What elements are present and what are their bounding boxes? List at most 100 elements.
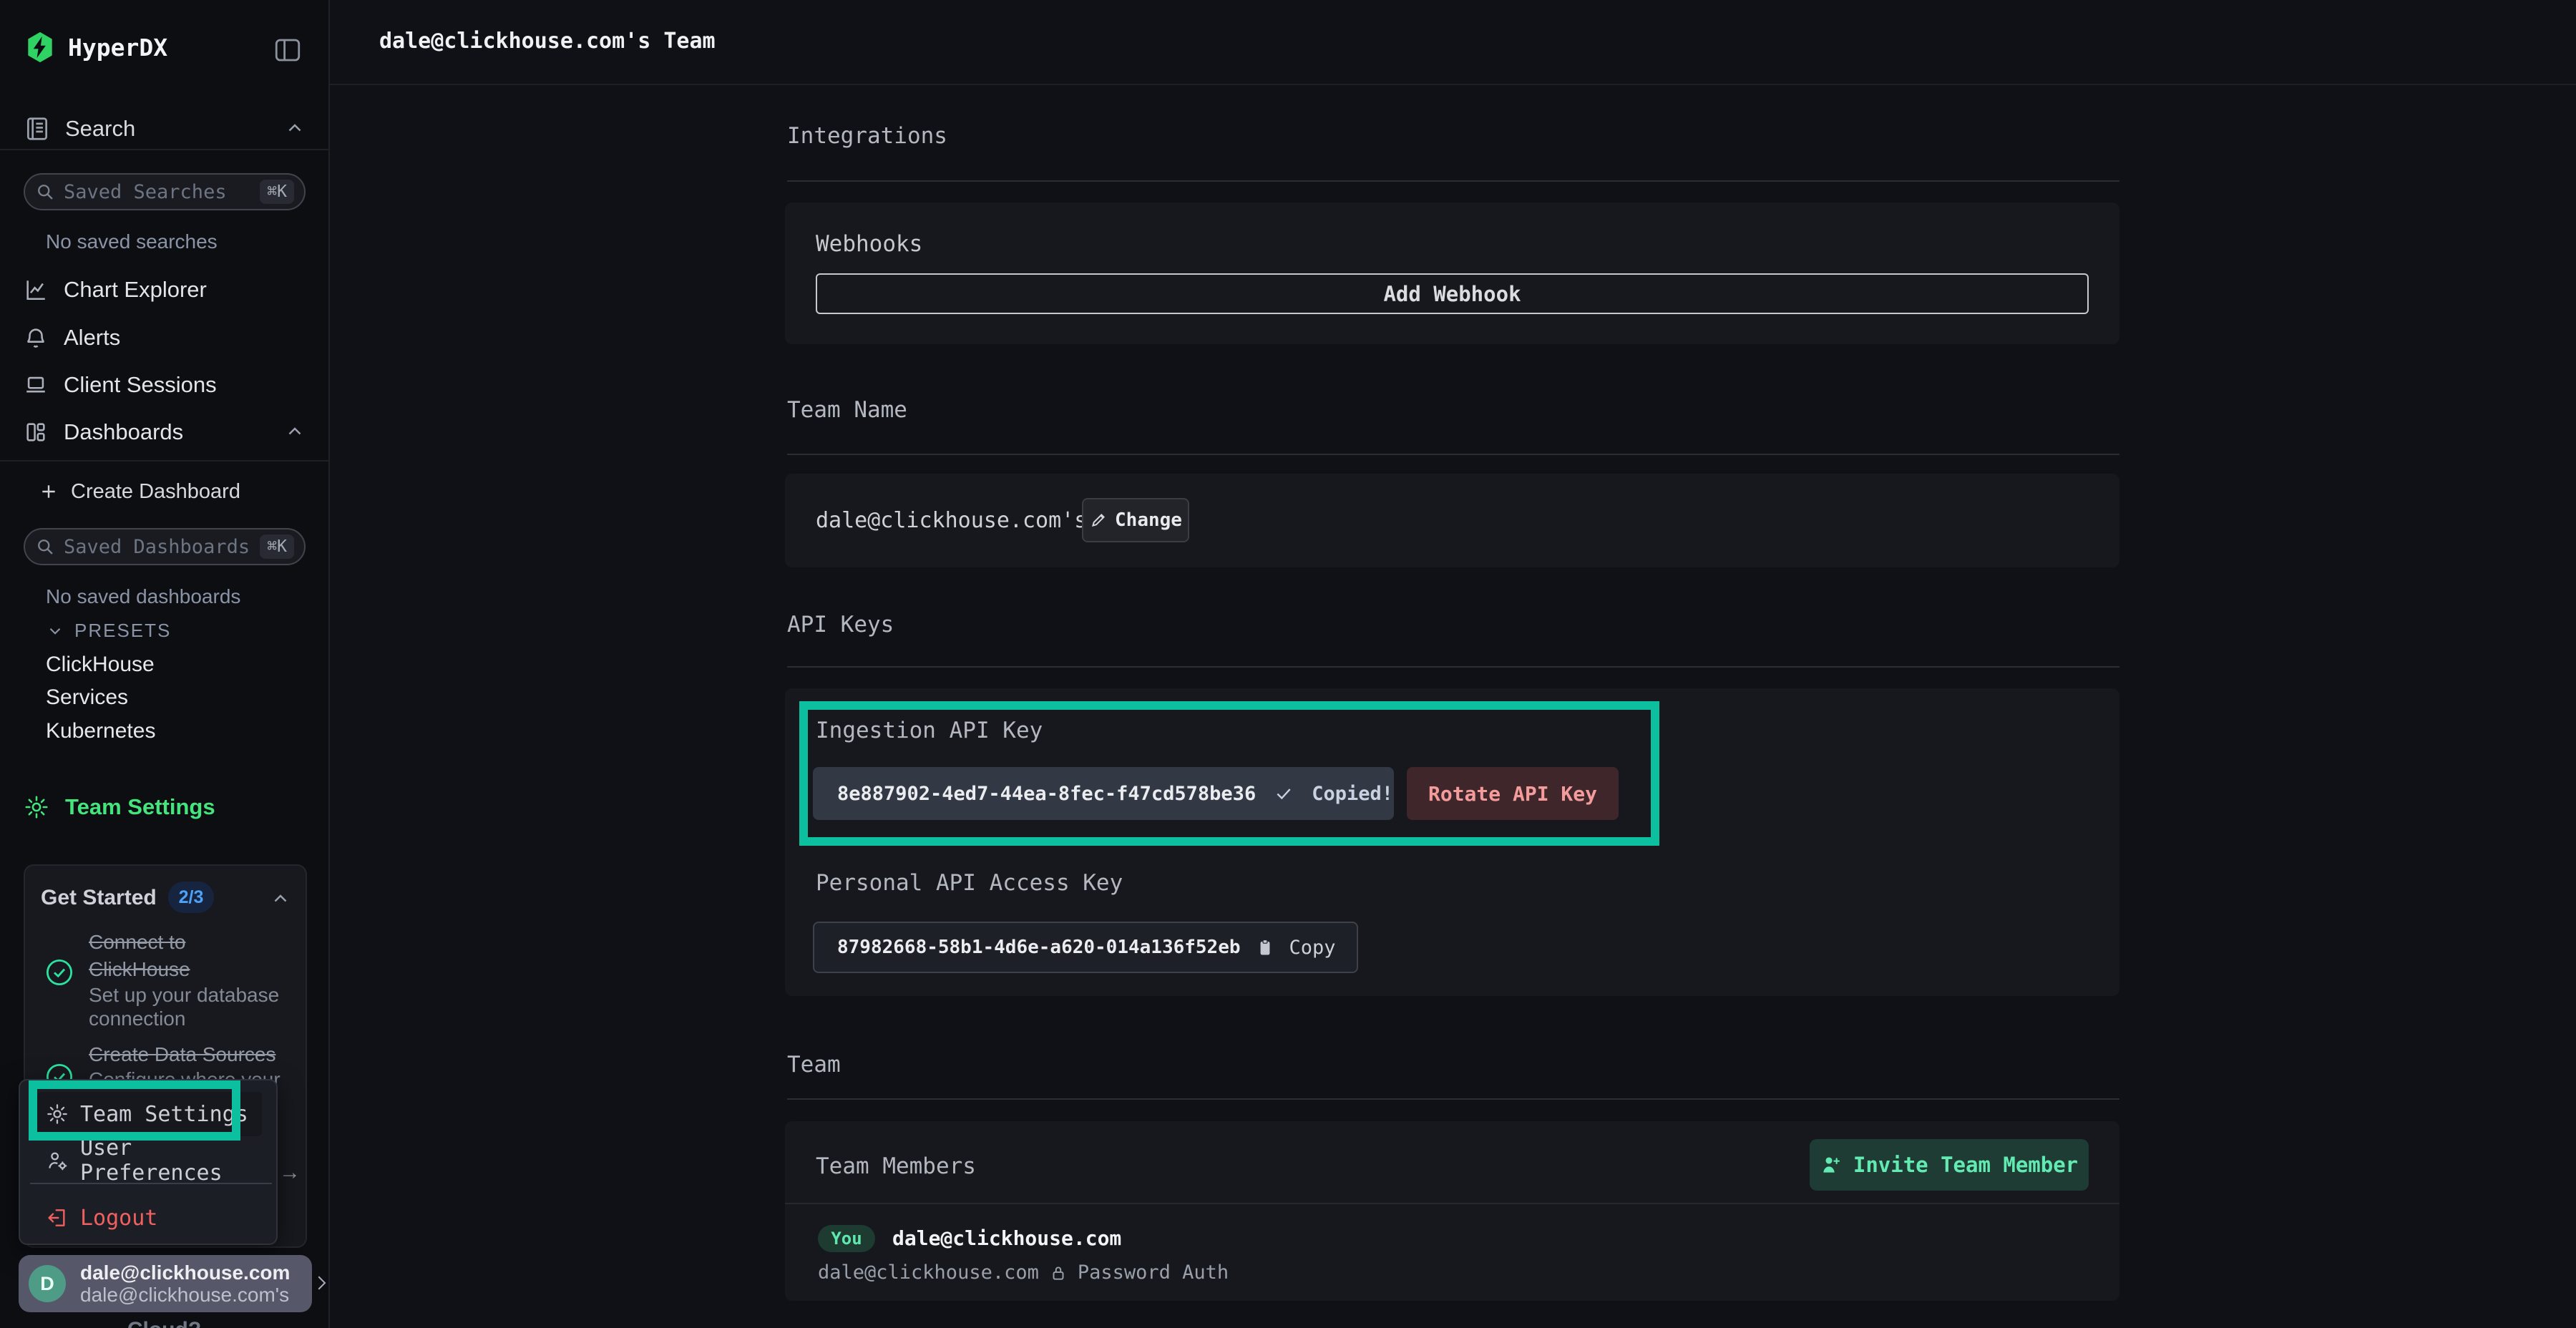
invite-button-label: Invite Team Member: [1853, 1153, 2078, 1177]
section-divider: [787, 666, 2119, 668]
hyperdx-logo-icon: [24, 31, 57, 64]
chart-icon: [24, 278, 48, 302]
member-auth-type: Password Auth: [1078, 1261, 1229, 1284]
team-settings-label: Team Settings: [65, 794, 215, 820]
avatar-initial: D: [40, 1273, 54, 1295]
page-title: dale@clickhouse.com's Team: [379, 29, 716, 54]
team-name-card: dale@clickhouse.com's Team Change: [785, 474, 2119, 567]
chevron-right-icon: [311, 1272, 332, 1294]
you-badge: You: [818, 1225, 875, 1252]
more-arrow[interactable]: →: [279, 1161, 301, 1185]
webhooks-card: Webhooks Add Webhook: [785, 202, 2119, 344]
menu-item-user-preferences[interactable]: User Preferences: [37, 1141, 262, 1181]
preset-item-kubernetes[interactable]: Kubernetes: [46, 719, 155, 743]
change-button-label: Change: [1115, 509, 1182, 531]
add-webhook-button[interactable]: Add Webhook: [816, 273, 2089, 314]
journal-icon: [24, 115, 51, 142]
progress-badge: 2/3: [168, 882, 214, 913]
sidebar-item-chart-explorer[interactable]: Chart Explorer: [24, 270, 306, 310]
create-dashboard-button[interactable]: Create Dashboard: [39, 475, 240, 508]
user-team-name: dale@clickhouse.com's: [80, 1284, 295, 1306]
presets-label: PRESETS: [74, 620, 171, 642]
copy-label: Copy: [1289, 937, 1336, 959]
team-members-card: Team Members Invite Team Member You dale…: [785, 1121, 2119, 1301]
sidebar-item-alerts[interactable]: Alerts: [24, 318, 306, 358]
member-email-secondary: dale@clickhouse.com: [818, 1261, 1039, 1284]
integrations-heading: Integrations: [787, 123, 947, 149]
change-team-name-button[interactable]: Change: [1082, 498, 1189, 542]
preset-item-services[interactable]: Services: [46, 685, 128, 710]
saved-dashboards-input-wrap: ⌘K: [24, 528, 306, 565]
user-email: dale@clickhouse.com: [80, 1261, 295, 1284]
preset-item-clickhouse[interactable]: ClickHouse: [46, 653, 155, 677]
saved-searches-input[interactable]: [62, 180, 253, 204]
avatar: D: [29, 1265, 66, 1302]
clipboard-icon: [1255, 937, 1275, 957]
gear-icon: [24, 794, 49, 820]
chevron-down-icon: [46, 622, 64, 640]
sidebar-item-client-sessions[interactable]: Client Sessions: [24, 365, 306, 405]
row-divider: [785, 1203, 2119, 1204]
menu-item-logout[interactable]: Logout: [37, 1198, 262, 1238]
bell-icon: [24, 326, 48, 350]
collapse-sidebar-button[interactable]: [270, 33, 305, 67]
invite-team-member-button[interactable]: Invite Team Member: [1810, 1139, 2089, 1191]
personal-api-key-label: Personal API Access Key: [816, 870, 1123, 896]
shortcut-badge: ⌘K: [260, 180, 294, 204]
member-email: dale@clickhouse.com: [892, 1226, 1121, 1250]
checklist-item[interactable]: Connect to ClickHouse Set up your databa…: [89, 929, 286, 1030]
checklist-item-subtitle: Set up your database connection: [89, 983, 286, 1030]
cloud-partial-text[interactable]: Cloud?: [0, 1318, 328, 1328]
sidebar-item-label: Alerts: [64, 325, 120, 351]
logo-row: HyperDX: [24, 29, 167, 66]
search-icon: [35, 537, 55, 557]
saved-dashboards-input[interactable]: [62, 535, 253, 559]
plus-icon: [39, 482, 58, 501]
pencil-icon: [1089, 511, 1108, 529]
chevron-up-icon: [284, 421, 306, 443]
user-account-card[interactable]: D dale@clickhouse.com dale@clickhouse.co…: [19, 1255, 312, 1312]
sidebar-item-label: Dashboards: [64, 419, 183, 445]
personal-api-key-chip[interactable]: 87982668-58b1-4d6e-a620-014a136f52eb Cop…: [813, 922, 1358, 973]
shortcut-badge: ⌘K: [260, 534, 294, 559]
user-plus-icon: [1820, 1153, 1843, 1176]
checklist-item-title: Create Data Sources: [89, 1042, 296, 1068]
panel-collapse-icon: [273, 35, 303, 65]
check-circle-icon: [44, 957, 74, 987]
section-divider: [787, 180, 2119, 182]
api-keys-heading: API Keys: [787, 612, 894, 638]
app-root: HyperDX Search: [0, 0, 2576, 1328]
chevron-up-icon: [284, 118, 306, 140]
lock-icon: [1049, 1264, 1068, 1282]
sidebar-section-search[interactable]: Search: [24, 109, 306, 149]
annotation-box-menu-team-settings: [29, 1080, 240, 1141]
annotation-box-ingestion-api-key: [799, 701, 1659, 846]
divider: [0, 149, 328, 150]
presets-toggle[interactable]: PRESETS: [46, 620, 171, 642]
menu-item-label: User Preferences: [80, 1136, 262, 1186]
app-logo-text: HyperDX: [68, 34, 167, 62]
search-icon: [35, 182, 55, 202]
logout-icon: [46, 1206, 69, 1229]
checklist-item-title: Connect to ClickHouse: [89, 929, 286, 983]
menu-item-label: Logout: [80, 1206, 157, 1231]
team-name-heading: Team Name: [787, 397, 907, 423]
sidebar-item-team-settings[interactable]: Team Settings: [24, 787, 306, 827]
webhooks-title: Webhooks: [816, 231, 922, 257]
user-gear-icon: [46, 1149, 69, 1172]
saved-searches-input-wrap: ⌘K: [24, 173, 306, 210]
laptop-icon: [24, 373, 48, 397]
get-started-title: Get Started: [41, 886, 157, 910]
create-dashboard-label: Create Dashboard: [71, 480, 240, 504]
chevron-up-icon[interactable]: [270, 889, 291, 910]
sidebar-item-dashboards[interactable]: Dashboards: [24, 412, 306, 452]
sidebar-item-label: Chart Explorer: [64, 277, 207, 303]
sidebar: HyperDX Search: [0, 0, 330, 1328]
no-saved-searches-note: No saved searches: [46, 230, 218, 253]
section-divider: [787, 454, 2119, 455]
no-saved-dashboards-note: No saved dashboards: [46, 585, 240, 608]
section-divider: [787, 1098, 2119, 1100]
team-heading: Team: [787, 1052, 841, 1078]
dashboard-grid-icon: [24, 420, 48, 444]
personal-api-key-value: 87982668-58b1-4d6e-a620-014a136f52eb: [837, 937, 1241, 958]
